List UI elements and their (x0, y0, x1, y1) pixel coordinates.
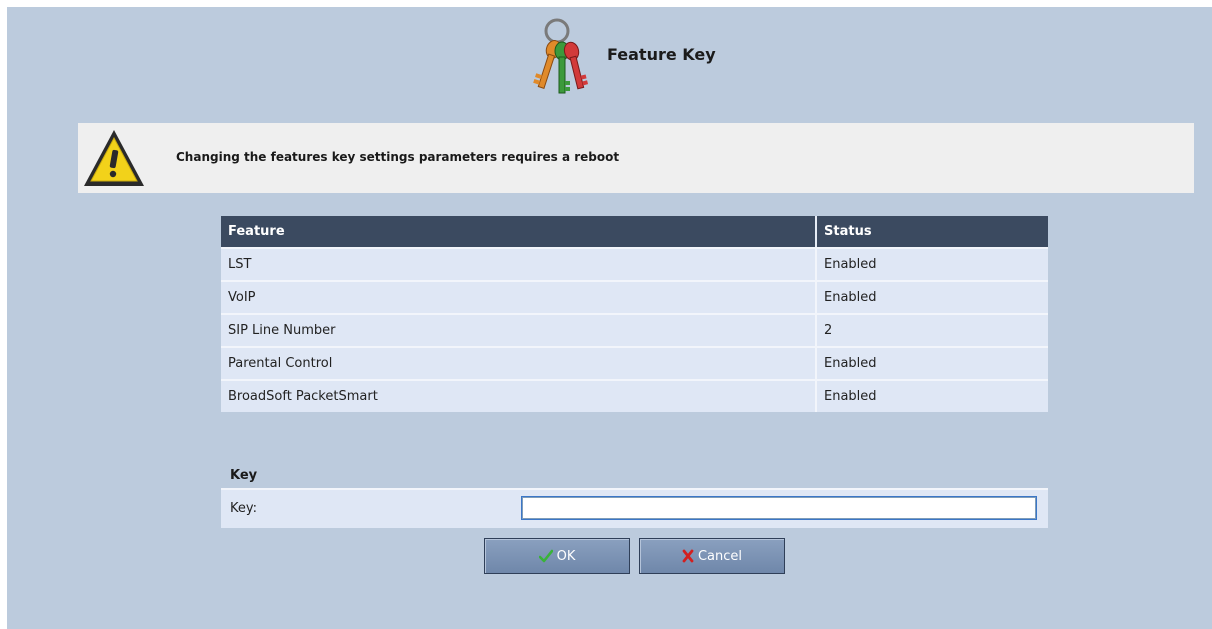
cancel-button[interactable]: Cancel (639, 538, 785, 574)
status-cell: Enabled (817, 247, 1048, 280)
column-header-feature: Feature (221, 216, 817, 247)
table-header-row: Feature Status (221, 216, 1048, 247)
feature-cell: BroadSoft PacketSmart (221, 379, 817, 412)
key-input[interactable] (521, 496, 1037, 520)
table-row: VoIP Enabled (221, 280, 1048, 313)
status-cell: Enabled (817, 346, 1048, 379)
table-row: Parental Control Enabled (221, 346, 1048, 379)
table-row: LST Enabled (221, 247, 1048, 280)
key-row: Key: (221, 488, 1048, 528)
keys-icon (533, 18, 589, 94)
ok-button[interactable]: OK (484, 538, 630, 574)
feature-cell: LST (221, 247, 817, 280)
x-icon (682, 549, 694, 563)
page-header: Feature Key (7, 7, 1212, 97)
table-row: BroadSoft PacketSmart Enabled (221, 379, 1048, 412)
key-label: Key: (230, 501, 258, 516)
column-header-status: Status (817, 216, 1048, 247)
warning-icon (84, 130, 144, 186)
page-title: Feature Key (607, 45, 716, 64)
status-cell: Enabled (817, 379, 1048, 412)
key-section-heading: Key (230, 468, 258, 483)
feature-cell: VoIP (221, 280, 817, 313)
feature-cell: SIP Line Number (221, 313, 817, 346)
feature-table: Feature Status LST Enabled VoIP Enabled … (221, 216, 1048, 412)
status-cell: 2 (817, 313, 1048, 346)
page-frame: Feature Key Changing the features key se… (7, 7, 1212, 629)
cancel-button-label: Cancel (697, 548, 743, 564)
feature-cell: Parental Control (221, 346, 817, 379)
checkmark-icon (538, 549, 553, 563)
warning-message: Changing the features key settings param… (176, 150, 620, 164)
table-row: SIP Line Number 2 (221, 313, 1048, 346)
status-cell: Enabled (817, 280, 1048, 313)
warning-banner: Changing the features key settings param… (78, 123, 1194, 193)
ok-button-label: OK (556, 548, 576, 564)
